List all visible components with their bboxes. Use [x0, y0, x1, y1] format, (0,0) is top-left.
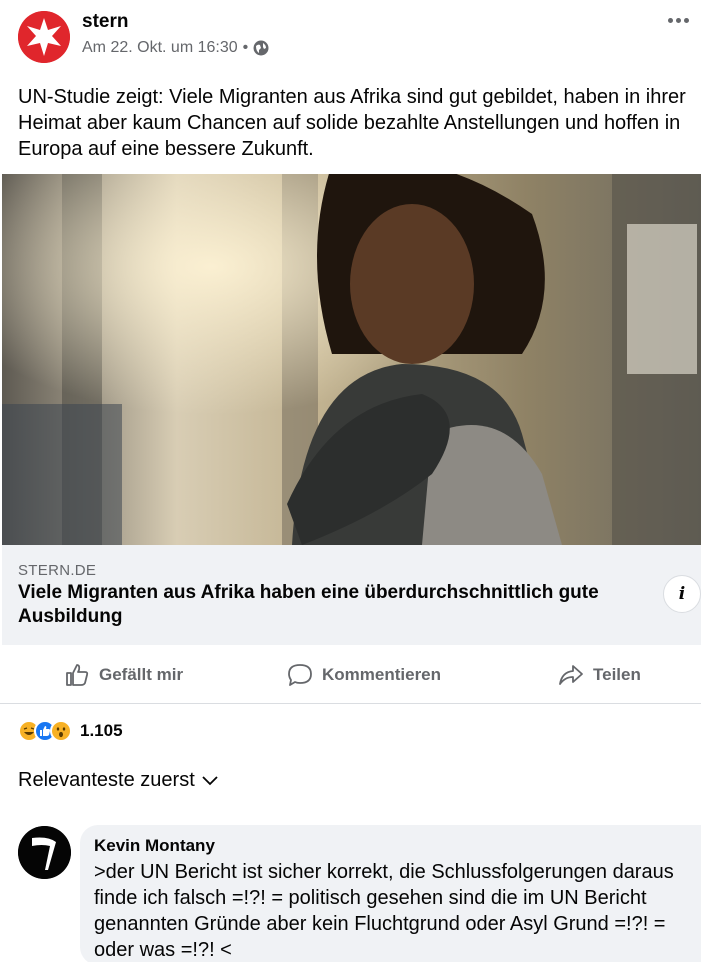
comment-bubble: Kevin Montany >der UN Bericht ist sicher… — [80, 825, 701, 962]
share-icon — [559, 665, 583, 685]
post-actions-bar: Gefällt mir Kommentieren Teilen — [0, 646, 701, 704]
link-title[interactable]: Viele Migranten aus Afrika haben eine üb… — [18, 581, 628, 629]
thumbs-up-icon — [66, 664, 89, 686]
comment-label: Kommentieren — [322, 665, 442, 684]
post-meta: Am 22. Okt. um 16:30 • — [82, 39, 269, 57]
post-text: UN-Studie zeigt: Viele Migranten aus Afr… — [18, 86, 686, 160]
like-button[interactable]: Gefällt mir — [63, 660, 183, 690]
commenter-avatar-image — [18, 826, 71, 879]
reaction-count: 1.105 — [80, 721, 123, 740]
comment-sort-dropdown[interactable]: Relevanteste zuerst — [18, 769, 219, 792]
sort-label: Relevanteste zuerst — [18, 769, 195, 791]
chevron-down-icon — [202, 775, 218, 785]
post-header: stern Am 22. Okt. um 16:30 • — [0, 0, 701, 80]
commenter-avatar[interactable] — [18, 826, 71, 879]
share-label: Teilen — [593, 665, 641, 684]
page-avatar[interactable] — [18, 11, 70, 63]
reactions-summary[interactable]: 1.105 — [18, 719, 123, 743]
comment-author[interactable]: Kevin Montany — [94, 836, 215, 856]
more-options-icon[interactable] — [665, 10, 691, 30]
photo-illustration — [2, 174, 701, 545]
stern-logo-icon — [18, 11, 70, 63]
share-button[interactable]: Teilen — [557, 660, 641, 690]
link-preview[interactable]: STERN.DE Viele Migranten aus Afrika habe… — [2, 545, 701, 645]
comment-button[interactable]: Kommentieren — [286, 660, 441, 690]
meta-separator: • — [242, 39, 249, 56]
post-timestamp[interactable]: Am 22. Okt. um 16:30 — [82, 39, 238, 57]
like-label: Gefällt mir — [99, 665, 184, 684]
info-icon[interactable]: i — [663, 575, 701, 613]
post-photo[interactable] — [2, 174, 701, 545]
wow-reaction-icon — [50, 720, 72, 742]
comment-text: >der UN Bericht ist sicher korrekt, die … — [94, 861, 674, 961]
globe-icon — [253, 40, 269, 56]
link-domain: STERN.DE — [18, 562, 97, 579]
comment-icon — [288, 664, 312, 686]
page-name[interactable]: stern — [82, 11, 128, 33]
